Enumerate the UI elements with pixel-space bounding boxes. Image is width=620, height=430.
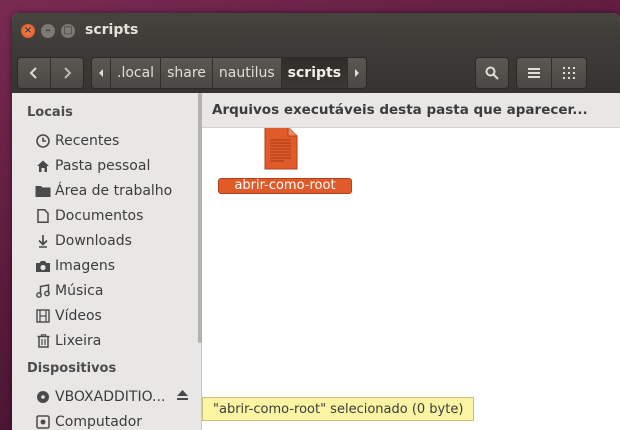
path-scroll-left-button[interactable] (92, 58, 110, 88)
sidebar-item-label: Computador (55, 414, 143, 430)
sidebar-item-label: Lixeira (55, 333, 102, 349)
clock-icon (35, 133, 51, 149)
maximize-button[interactable]: □ (61, 24, 75, 38)
search-button[interactable] (475, 57, 509, 89)
sidebar-heading-dispositivos: Dispositivos (27, 361, 117, 376)
sidebar-item-label: Vídeos (55, 308, 102, 324)
eject-icon[interactable] (176, 389, 189, 404)
drive-icon (35, 414, 51, 430)
film-icon (35, 308, 51, 324)
view-buttons (516, 57, 587, 89)
music-icon (35, 283, 51, 299)
sidebar-item-label: Documentos (55, 208, 144, 224)
path-bar: .local share nautilus scripts (91, 57, 368, 89)
close-button[interactable]: × (21, 24, 35, 38)
folder-header-text: Arquivos executáveis desta pasta que apa… (212, 102, 588, 118)
sidebar-item-vboxadditions[interactable]: VBOXADDITIO... (12, 385, 201, 409)
file-view: abrir-como-root (202, 118, 620, 430)
file-name-label[interactable]: abrir-como-root (218, 178, 352, 194)
grid-view-button[interactable] (551, 58, 586, 88)
disc-icon (35, 389, 51, 405)
list-icon (528, 68, 540, 78)
path-scroll-right-button[interactable] (347, 58, 367, 88)
text-file-icon (264, 126, 298, 170)
chevron-left-icon (99, 69, 103, 77)
sidebar: Locais Recentes Pasta pessoal Área de tr… (12, 93, 202, 430)
chevron-right-icon (355, 69, 360, 77)
minimize-button[interactable]: – (41, 24, 55, 38)
toolbar: .local share nautilus scripts (12, 49, 620, 93)
sidebar-item-pasta-pessoal[interactable]: Pasta pessoal (12, 154, 201, 178)
file-manager-window: × – □ scripts .local share nautilus scri… (12, 13, 620, 430)
breadcrumb-share[interactable]: share (160, 58, 212, 88)
sidebar-item-recentes[interactable]: Recentes (12, 129, 201, 153)
sidebar-item-computador[interactable]: Computador (12, 410, 201, 430)
sidebar-item-imagens[interactable]: Imagens (12, 254, 201, 278)
sidebar-item-label: Recentes (55, 133, 120, 149)
sidebar-item-label: Imagens (55, 258, 116, 274)
folder-header: Arquivos executáveis desta pasta que apa… (202, 93, 620, 128)
sidebar-item-downloads[interactable]: Downloads (12, 229, 201, 253)
status-bar: "abrir-como-root" selecionado (0 byte) (202, 397, 475, 421)
back-button[interactable] (18, 58, 50, 88)
breadcrumb-local[interactable]: .local (110, 58, 161, 88)
sidebar-item-label: Área de trabalho (55, 183, 173, 199)
breadcrumb-nautilus[interactable]: nautilus (211, 58, 281, 88)
sidebar-heading-locais: Locais (27, 105, 73, 120)
search-icon (485, 66, 499, 80)
sidebar-item-label: Pasta pessoal (55, 158, 151, 174)
folder-icon (35, 183, 51, 199)
sidebar-item-label: Downloads (55, 233, 132, 249)
camera-icon (35, 258, 51, 274)
home-icon (35, 158, 51, 174)
chevron-left-icon (29, 67, 37, 79)
sidebar-item-musica[interactable]: Música (12, 279, 201, 303)
sidebar-item-lixeira[interactable]: Lixeira (12, 329, 201, 353)
breadcrumb-scripts[interactable]: scripts (280, 58, 348, 88)
titlebar: × – □ scripts (12, 13, 620, 49)
sidebar-item-documentos[interactable]: Documentos (12, 204, 201, 228)
window-title: scripts (85, 22, 139, 38)
forward-button[interactable] (50, 58, 83, 88)
sidebar-item-videos[interactable]: Vídeos (12, 304, 201, 328)
list-view-button[interactable] (517, 58, 551, 88)
grid-icon (563, 67, 575, 79)
sidebar-item-label: VBOXADDITIO... (55, 389, 166, 405)
document-icon (35, 208, 51, 224)
status-text: "abrir-como-root" selecionado (0 byte) (213, 401, 464, 417)
chevron-right-icon (64, 67, 72, 79)
sidebar-item-label: Música (55, 283, 104, 299)
history-buttons (17, 57, 84, 89)
sidebar-item-area-de-trabalho[interactable]: Área de trabalho (12, 179, 201, 203)
download-icon (35, 233, 51, 249)
trash-icon (35, 333, 51, 349)
